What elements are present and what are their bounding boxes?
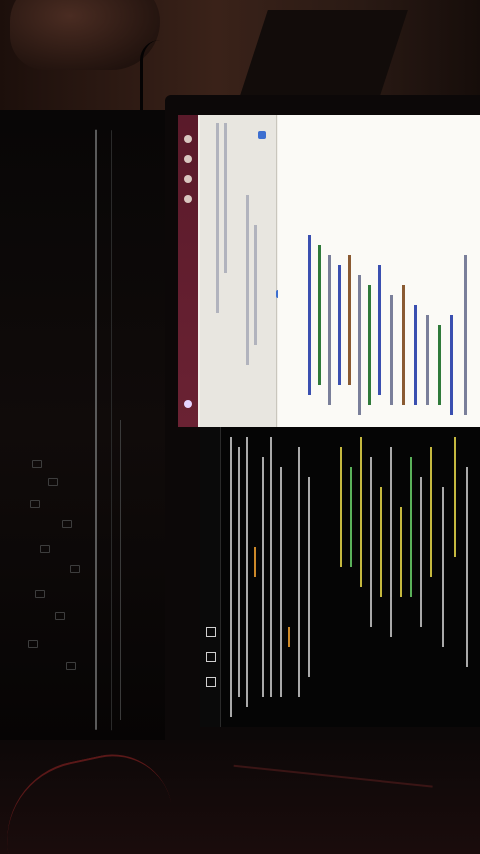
terminal-line xyxy=(280,467,282,697)
terminal-line xyxy=(430,447,432,577)
code-line xyxy=(414,305,417,405)
terminal-line xyxy=(298,447,300,697)
terminal-line xyxy=(380,487,382,597)
code-line xyxy=(464,255,467,415)
code-line xyxy=(338,265,341,385)
terminal-line xyxy=(360,437,362,587)
keyboard-key xyxy=(70,565,80,573)
panel-tab-button xyxy=(258,131,266,139)
panel-text-line xyxy=(246,195,249,365)
terminal-line xyxy=(288,627,290,647)
terminal-line xyxy=(350,467,352,567)
code-line xyxy=(318,245,321,385)
terminal-line xyxy=(420,477,422,627)
terminal-line xyxy=(400,507,402,597)
code-line xyxy=(368,285,371,405)
keyboard-key xyxy=(30,500,40,508)
hand-shadow xyxy=(10,0,160,70)
terminal-screen xyxy=(200,427,480,727)
terminal-line xyxy=(308,477,310,677)
keyboard-key xyxy=(66,662,76,670)
launcher-icon xyxy=(184,155,192,163)
keyboard-key xyxy=(35,590,45,598)
terminal-line xyxy=(246,437,248,707)
terminal-line xyxy=(390,447,392,637)
keyboard-key xyxy=(55,612,65,620)
code-editor xyxy=(278,115,480,427)
terminal-line xyxy=(270,437,272,697)
editor-side-panel xyxy=(200,115,284,427)
terminal-line xyxy=(262,457,264,697)
launcher-icon xyxy=(184,195,192,203)
keyboard-key xyxy=(40,545,50,553)
code-line xyxy=(402,285,405,405)
code-line xyxy=(328,255,331,405)
keyboard-edge-inner xyxy=(120,420,129,720)
panel-text-line xyxy=(216,123,219,313)
keyboard-key xyxy=(32,460,42,468)
code-line xyxy=(358,275,361,415)
terminal-line xyxy=(238,447,240,697)
keyboard-key xyxy=(62,520,72,528)
code-line xyxy=(348,255,351,385)
photo-scene xyxy=(0,0,480,854)
code-line xyxy=(426,315,429,405)
panel-text-line xyxy=(254,225,257,345)
code-line xyxy=(308,235,311,395)
keyboard-key xyxy=(28,640,38,648)
terminal-line xyxy=(230,437,232,717)
terminal-line xyxy=(370,457,372,627)
terminal-icon xyxy=(206,677,216,687)
terminal-line xyxy=(466,467,468,667)
launcher-icon xyxy=(184,135,192,143)
keyboard-key xyxy=(48,478,58,486)
code-line xyxy=(378,265,381,395)
code-line xyxy=(438,325,441,405)
keyboard-edge xyxy=(95,129,112,731)
terminal-line xyxy=(340,447,342,567)
launcher-icon xyxy=(184,400,192,408)
editor-screen xyxy=(178,115,480,427)
launcher-icon xyxy=(184,175,192,183)
code-line xyxy=(450,315,453,415)
terminal-icon xyxy=(206,652,216,662)
terminal-line xyxy=(454,437,456,557)
terminal-line xyxy=(442,487,444,647)
terminal-sidebar xyxy=(200,427,221,727)
code-line xyxy=(390,295,393,405)
terminal-line xyxy=(410,457,412,597)
panel-text-line xyxy=(224,123,227,273)
terminal-line xyxy=(254,547,256,577)
launcher-bar xyxy=(178,115,198,427)
terminal-icon xyxy=(206,627,216,637)
